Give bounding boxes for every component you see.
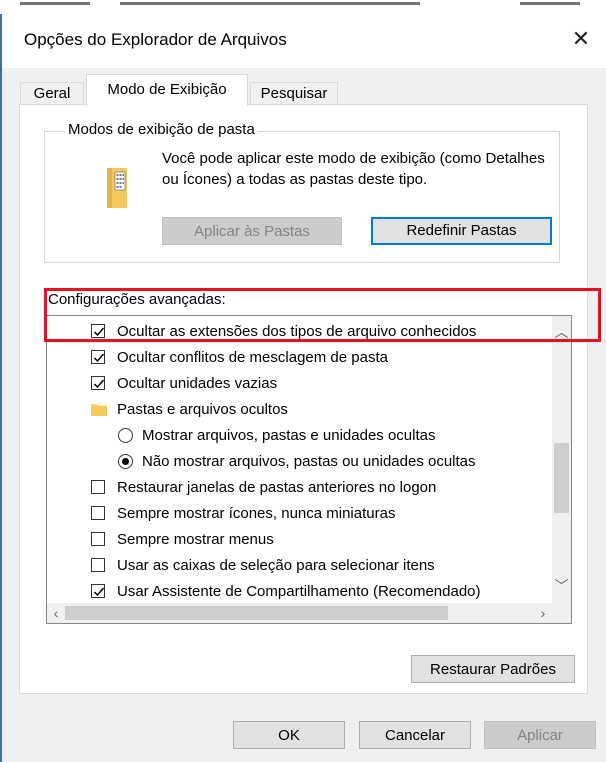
list-item[interactable]: Usar as caixas de seleção para seleciona… bbox=[47, 553, 527, 579]
checkbox[interactable] bbox=[91, 558, 105, 572]
chevron-up-icon[interactable]: ︿ bbox=[552, 324, 571, 341]
tab-view[interactable]: Modo de Exibição bbox=[86, 74, 248, 106]
list-item-label: Pastas e arquivos ocultos bbox=[117, 401, 288, 418]
checkbox[interactable] bbox=[91, 506, 105, 520]
ok-button[interactable]: OK bbox=[233, 721, 345, 749]
advanced-settings-label: Configurações avançadas: bbox=[48, 291, 226, 308]
list-item[interactable]: Ocultar conflitos de mesclagem de pasta bbox=[47, 345, 527, 371]
background-window-strip bbox=[0, 0, 606, 14]
radio-button[interactable] bbox=[118, 428, 133, 443]
scroll-corner bbox=[552, 603, 571, 623]
folder-views-group: Modos de exibição de pasta Você pode apl… bbox=[44, 121, 560, 263]
list-item[interactable]: Ocultar as extensões dos tipos de arquiv… bbox=[47, 319, 527, 345]
checkbox[interactable] bbox=[91, 480, 105, 494]
radio-button[interactable] bbox=[118, 454, 133, 469]
window-left-border bbox=[0, 14, 2, 762]
folder-views-description: Você pode aplicar este modo de exibição … bbox=[162, 150, 545, 188]
vertical-scrollbar[interactable]: ︿ ﹀ bbox=[552, 316, 571, 603]
list-item[interactable]: Sempre mostrar ícones, nunca miniaturas bbox=[47, 501, 527, 527]
list-item[interactable]: Usar Assistente de Compartilhamento (Rec… bbox=[47, 579, 527, 605]
title-bar[interactable]: Opções do Explorador de Arquivos ✕ bbox=[2, 14, 606, 68]
list-item-label: Sempre mostrar ícones, nunca miniaturas bbox=[117, 505, 396, 522]
advanced-settings-list[interactable]: Ocultar as extensões dos tipos de arquiv… bbox=[46, 315, 572, 624]
chevron-right-icon[interactable]: › bbox=[534, 603, 552, 623]
chevron-left-icon[interactable]: ‹ bbox=[47, 603, 65, 623]
folder-view-icon bbox=[107, 168, 127, 208]
cancel-button[interactable]: Cancelar bbox=[359, 721, 471, 749]
restore-defaults-button[interactable]: Restaurar Padrões bbox=[411, 655, 575, 683]
list-item[interactable]: Sempre mostrar menus bbox=[47, 527, 527, 553]
horizontal-scrollbar[interactable]: ‹ › bbox=[47, 603, 552, 623]
list-item-label: Ocultar as extensões dos tipos de arquiv… bbox=[117, 323, 477, 340]
reset-folders-button[interactable]: Redefinir Pastas bbox=[371, 217, 552, 245]
checkbox[interactable] bbox=[91, 324, 105, 338]
tab-label: Modo de Exibição bbox=[107, 81, 227, 98]
list-item-label: Restaurar janelas de pastas anteriores n… bbox=[117, 479, 437, 496]
folder-icon bbox=[91, 404, 107, 416]
folder-views-legend: Modos de exibição de pasta bbox=[65, 121, 258, 138]
tab-general[interactable]: Geral bbox=[20, 82, 84, 106]
list-item[interactable]: Mostrar arquivos, pastas e unidades ocul… bbox=[47, 423, 527, 449]
window-title: Opções do Explorador de Arquivos bbox=[24, 30, 287, 49]
tab-label: Geral bbox=[33, 85, 71, 102]
view-tab-panel: Modos de exibição de pasta Você pode apl… bbox=[19, 104, 601, 694]
list-item-label: Usar as caixas de seleção para seleciona… bbox=[117, 557, 435, 574]
list-item[interactable]: Ocultar unidades vazias bbox=[47, 371, 527, 397]
radio-dot bbox=[122, 458, 129, 465]
tab-search[interactable]: Pesquisar bbox=[250, 82, 338, 106]
vertical-scroll-thumb[interactable] bbox=[554, 443, 569, 513]
list-item-label: Não mostrar arquivos, pastas ou unidades… bbox=[142, 453, 476, 470]
chevron-down-icon[interactable]: ﹀ bbox=[552, 578, 571, 595]
checkbox[interactable] bbox=[91, 376, 105, 390]
list-item-label: Usar Assistente de Compartilhamento (Rec… bbox=[117, 583, 481, 600]
list-item-label: Sempre mostrar menus bbox=[117, 531, 274, 548]
list-item-label: Ocultar unidades vazias bbox=[117, 375, 278, 392]
list-item[interactable]: Não mostrar arquivos, pastas ou unidades… bbox=[47, 449, 527, 475]
close-icon[interactable]: ✕ bbox=[566, 24, 596, 54]
checkbox[interactable] bbox=[91, 350, 105, 364]
tab-label: Pesquisar bbox=[260, 85, 328, 102]
checkbox[interactable] bbox=[91, 532, 105, 546]
list-item[interactable]: Restaurar janelas de pastas anteriores n… bbox=[47, 475, 527, 501]
apply-to-folders-button[interactable]: Aplicar às Pastas bbox=[162, 217, 342, 245]
list-item: Pastas e arquivos ocultos bbox=[47, 397, 527, 423]
checkbox[interactable] bbox=[91, 584, 105, 598]
list-item-label: Ocultar conflitos de mesclagem de pasta bbox=[117, 349, 388, 366]
apply-button[interactable]: Aplicar bbox=[484, 721, 596, 749]
horizontal-scroll-thumb[interactable] bbox=[65, 606, 448, 620]
list-item-label: Mostrar arquivos, pastas e unidades ocul… bbox=[142, 427, 436, 444]
